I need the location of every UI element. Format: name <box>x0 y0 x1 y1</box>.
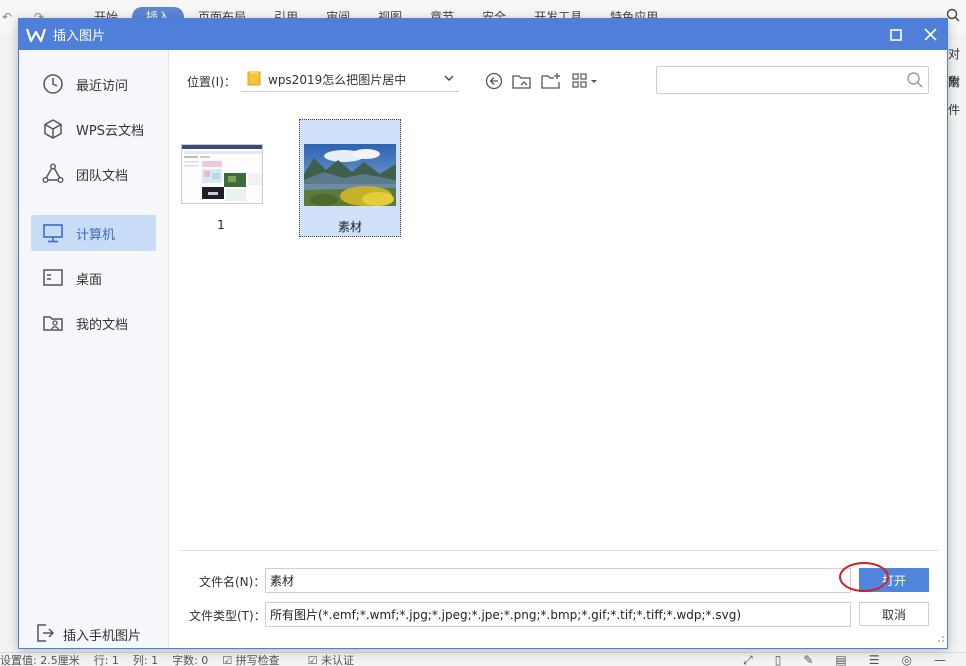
zoom-out-icon[interactable]: — <box>934 653 946 666</box>
dialog-titlebar[interactable]: 插入图片 <box>19 19 947 50</box>
desktop-icon <box>41 266 65 290</box>
folder-icon <box>247 70 261 89</box>
dialog-title: 插入图片 <box>53 29 106 44</box>
search-field[interactable] <box>656 66 929 94</box>
search-icon[interactable] <box>906 71 924 92</box>
status-item: 行: 1 <box>93 653 119 666</box>
wps-logo-icon <box>25 24 47 46</box>
page-view-icon[interactable]: ▤ <box>835 653 846 666</box>
clock-icon <box>41 72 65 96</box>
location-dropdown[interactable]: wps2019怎么把图片居中 <box>241 68 459 92</box>
close-button[interactable] <box>913 19 947 50</box>
filename-input[interactable]: 素材 <box>265 568 851 593</box>
attachment-label[interactable]: 附件 <box>948 68 966 117</box>
status-item: 拼写检查 <box>235 653 280 666</box>
sidebar-item-desktop[interactable]: 桌面 <box>31 260 156 296</box>
status-bar: 设置值: 2.5厘米 行: 1 列: 1 字数: 0 ☑ 拼写检查 ☑ 未认证 … <box>0 652 966 666</box>
sidebar-item-label: WPS云文档 <box>76 123 144 139</box>
sidebar-item-label: 计算机 <box>76 227 116 243</box>
insert-phone-picture-link[interactable]: 插入手机图片 <box>35 623 141 646</box>
filename-row: 文件名(N)： 素材 打开 <box>169 568 947 594</box>
file-item[interactable]: 1 <box>171 120 273 238</box>
status-item: 未认证 <box>321 653 355 666</box>
up-folder-button[interactable] <box>511 70 533 92</box>
location-path: wps2019怎么把图片居中 <box>268 73 407 87</box>
status-item: 设置值: 2.5厘米 <box>0 653 80 666</box>
annotation-highlight-ring <box>839 562 889 592</box>
location-label: 位置(I)： <box>187 75 236 89</box>
filetype-row: 文件类型(T)： 所有图片(*.emf;*.wmf;*.jpg;*.jpeg;*… <box>169 602 947 628</box>
file-item-selected[interactable]: 素材 <box>299 119 401 237</box>
outline-view-icon[interactable]: ☰ <box>869 653 880 666</box>
file-thumbnail <box>181 144 263 204</box>
sidebar-item-team[interactable]: 团队文档 <box>31 156 156 192</box>
up-folder-icon <box>512 75 531 89</box>
view-mode-button[interactable] <box>571 70 601 92</box>
back-button[interactable] <box>483 70 505 92</box>
filetype-label: 文件类型(T)： <box>189 609 266 623</box>
filename-label: 文件名(N)： <box>199 575 266 589</box>
sidebar-item-label: 团队文档 <box>76 168 129 184</box>
team-icon <box>41 162 65 186</box>
web-view-icon[interactable]: ◎ <box>902 653 912 666</box>
file-name: 1 <box>217 218 225 232</box>
maximize-button[interactable] <box>879 19 913 50</box>
sidebar-item-label: 桌面 <box>76 272 103 288</box>
divider <box>179 550 939 551</box>
dialog-sidebar: 最近访问 WPS云文档 团队文档 计算机 桌面 我的文档 插入手机图片 <box>19 50 169 648</box>
back-icon <box>485 72 503 90</box>
file-list-area[interactable]: 1 素材 <box>169 110 947 550</box>
certify-item[interactable]: ☑ 未认证 <box>308 653 368 666</box>
sidebar-item-wps-cloud[interactable]: WPS云文档 <box>31 111 156 147</box>
file-name: 素材 <box>337 220 362 234</box>
undo-icon[interactable]: ↶ <box>2 10 12 24</box>
monitor-icon <box>41 221 65 245</box>
new-folder-icon <box>541 73 560 89</box>
close-icon <box>923 28 937 41</box>
sidebar-item-computer[interactable]: 计算机 <box>31 215 156 251</box>
pen-icon[interactable]: ✎ <box>803 653 813 666</box>
cube-icon <box>41 117 65 141</box>
status-item: 列: 1 <box>132 653 159 666</box>
maximize-icon <box>890 28 902 41</box>
sidebar-item-my-documents[interactable]: 我的文档 <box>31 305 156 341</box>
search-input[interactable] <box>663 67 903 93</box>
view-controls: ⤢ ▯ ✎ ▤ ☰ ◎ — <box>743 653 960 666</box>
object-label[interactable]: 对象 <box>948 40 966 89</box>
resize-grip-icon[interactable] <box>935 632 945 646</box>
cancel-button[interactable]: 取消 <box>859 602 929 626</box>
user-folder-icon <box>41 311 65 335</box>
filetype-select[interactable]: 所有图片(*.emf;*.wmf;*.jpg;*.jpeg;*.jpe;*.pn… <box>265 602 851 627</box>
phone-export-icon <box>35 623 55 646</box>
sidebar-item-label: 最近访问 <box>76 78 129 94</box>
fullscreen-icon[interactable]: ⤢ <box>743 653 753 666</box>
sidebar-item-label: 我的文档 <box>76 317 129 333</box>
dialog-toolbar: 位置(I)： wps2019怎么把图片居中 <box>169 50 947 110</box>
read-mode-icon[interactable]: ▯ <box>775 653 782 666</box>
insert-phone-picture-label: 插入手机图片 <box>63 629 142 644</box>
new-folder-button[interactable] <box>540 70 562 92</box>
file-thumbnail <box>304 144 396 206</box>
spellcheck-item[interactable]: ☑ 拼写检查 <box>222 653 293 666</box>
status-item: 字数: 0 <box>172 653 209 666</box>
sidebar-item-recent[interactable]: 最近访问 <box>31 66 156 102</box>
search-icon[interactable] <box>946 8 960 26</box>
ribbon-right-column: 对象 附件 <box>948 40 966 117</box>
chevron-down-icon <box>443 72 455 87</box>
insert-picture-dialog: 插入图片 最近访问 WPS云文档 团队文档 计算机 桌面 我的文档 插入手机图片… <box>18 18 948 649</box>
grid-view-icon <box>572 73 597 88</box>
